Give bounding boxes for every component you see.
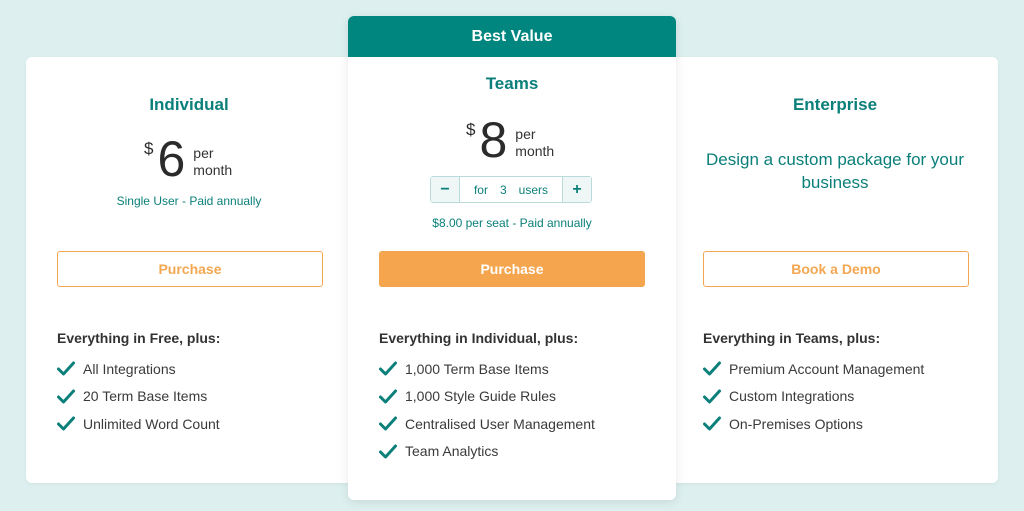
check-icon	[379, 361, 397, 376]
feature-list: 1,000 Term Base Items 1,000 Style Guide …	[379, 355, 595, 465]
feature-list: Premium Account Management Custom Integr…	[703, 355, 924, 438]
feature-item: Premium Account Management	[703, 355, 924, 383]
price-currency: $	[144, 139, 154, 158]
decrease-users-button[interactable]: −	[431, 177, 460, 202]
price-currency: $	[466, 120, 476, 139]
feature-label: On-Premises Options	[729, 415, 863, 432]
features-heading: Everything in Free, plus:	[57, 330, 221, 346]
price-period: per month	[515, 126, 554, 160]
feature-item: 1,000 Style Guide Rules	[379, 383, 595, 411]
price-period-line2: month	[515, 143, 555, 159]
price-amount: 8	[479, 112, 508, 168]
feature-label: Centralised User Management	[405, 415, 595, 432]
best-value-badge: Best Value	[348, 16, 676, 57]
check-icon	[379, 444, 397, 459]
plan-description: Design a custom package for your busines…	[706, 150, 964, 192]
user-count-stepper: − for 3 users +	[430, 176, 592, 203]
check-icon	[703, 389, 721, 404]
plan-title: Teams	[485, 74, 539, 93]
stepper-prefix: for	[473, 182, 488, 197]
book-demo-button[interactable]: Book a Demo	[703, 251, 969, 287]
feature-label: All Integrations	[83, 360, 176, 377]
feature-label: 20 Term Base Items	[83, 388, 208, 405]
check-icon	[703, 361, 721, 376]
check-icon	[703, 416, 721, 431]
features-heading: Everything in Individual, plus:	[379, 330, 579, 346]
purchase-button[interactable]: Purchase	[379, 251, 645, 287]
feature-item: Centralised User Management	[379, 410, 595, 438]
plan-card-individual: Individual $ 6 per month Single User - P…	[26, 57, 352, 483]
feature-item: Unlimited Word Count	[57, 410, 220, 438]
billing-note: Single User - Paid annually	[116, 194, 262, 208]
price-period-line1: per	[515, 126, 536, 142]
check-icon	[57, 361, 75, 376]
price-amount: 6	[157, 131, 186, 187]
feature-item: 20 Term Base Items	[57, 383, 220, 411]
plan-title: Enterprise	[792, 95, 878, 114]
plan-card-teams: Best Value Teams $ 8 per month − for 3 u…	[348, 16, 676, 500]
price-period: per month	[193, 145, 232, 179]
check-icon	[57, 389, 75, 404]
increase-users-button[interactable]: +	[562, 177, 591, 202]
user-count-display: for 3 users	[460, 177, 562, 202]
feature-label: Premium Account Management	[729, 360, 925, 377]
price-period-line2: month	[193, 162, 233, 178]
price-period-line1: per	[193, 145, 214, 161]
feature-label: Custom Integrations	[729, 388, 855, 405]
billing-note: $8.00 per seat - Paid annually	[432, 216, 592, 230]
feature-label: Unlimited Word Count	[83, 415, 220, 432]
feature-item: Custom Integrations	[703, 383, 924, 411]
purchase-button[interactable]: Purchase	[57, 251, 323, 287]
feature-list: All Integrations 20 Term Base Items Unli…	[57, 355, 220, 438]
check-icon	[379, 389, 397, 404]
price: $ 6 per month	[144, 133, 232, 185]
plan-title: Individual	[149, 95, 229, 114]
user-count-value[interactable]: 3	[500, 183, 507, 197]
check-icon	[57, 416, 75, 431]
check-icon	[379, 416, 397, 431]
feature-item: Team Analytics	[379, 438, 595, 466]
feature-item: 1,000 Term Base Items	[379, 355, 595, 383]
price: $ 8 per month	[466, 114, 554, 166]
plan-card-enterprise: Enterprise Design a custom package for y…	[672, 57, 998, 483]
stepper-suffix: users	[518, 182, 549, 197]
feature-item: All Integrations	[57, 355, 220, 383]
feature-item: On-Premises Options	[703, 410, 924, 438]
feature-label: 1,000 Style Guide Rules	[405, 388, 556, 405]
feature-label: Team Analytics	[405, 443, 499, 460]
feature-label: 1,000 Term Base Items	[405, 360, 549, 377]
features-heading: Everything in Teams, plus:	[703, 330, 881, 346]
